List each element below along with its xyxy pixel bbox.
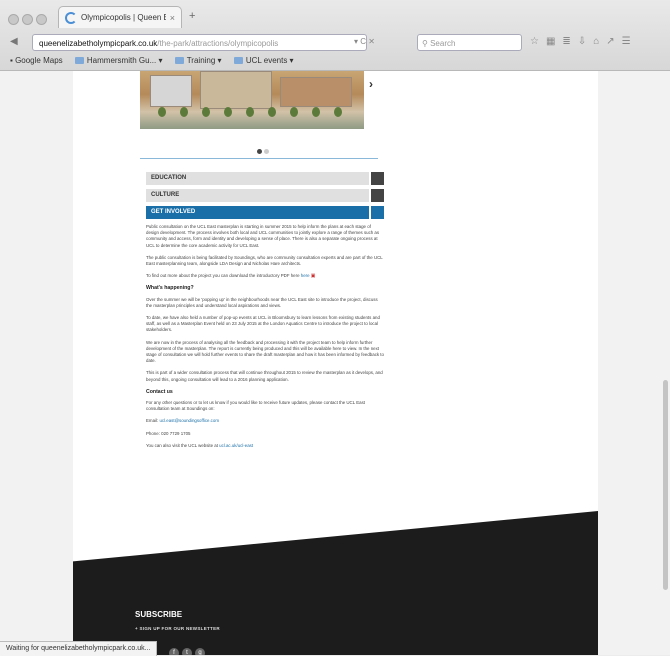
new-tab-button[interactable]: + [189, 10, 195, 22]
divider [140, 158, 378, 159]
intro-paragraph: The public consultation is being facilit… [146, 254, 383, 267]
close-window-icon[interactable] [8, 14, 19, 25]
email-link[interactable]: ucl.east@soundingsoffice.com [159, 418, 219, 423]
bookmarks-bar: ▪ Google Maps Hammersmith Gu... ▾ Traini… [10, 56, 304, 65]
browser-chrome: Olympicopolis | Queen El... × + ◀ queene… [0, 0, 670, 71]
section-heading: Contact us [146, 388, 173, 395]
expand-icon[interactable] [371, 189, 384, 202]
tree-shape [246, 107, 254, 117]
social-links: ftg [169, 641, 208, 655]
back-icon[interactable]: ◀ [10, 36, 18, 47]
pdf-download-link[interactable]: here [301, 273, 310, 278]
folder-icon [174, 57, 184, 64]
scrollbar-thumb[interactable] [663, 380, 668, 590]
tree-shape [312, 107, 320, 117]
building-shape [150, 75, 192, 107]
zoom-window-icon[interactable] [36, 14, 47, 25]
tree-shape [268, 107, 276, 117]
visit-line: You can also visit the UCL website at uc… [146, 442, 254, 448]
download-icon[interactable]: ⇩ [578, 36, 593, 47]
accordion-culture[interactable]: CULTURE [146, 189, 384, 202]
tree-shape [202, 107, 210, 117]
url-host: queenelizabetholympicpark.co.uk [39, 39, 158, 48]
search-placeholder: Search [430, 39, 456, 48]
web-viewport: › EDUCATION CULTURE GET INVOLVED Public … [0, 71, 670, 655]
reload-icon[interactable]: ▾ C ✕ [354, 37, 375, 46]
footer [73, 511, 598, 655]
ucl-website-link[interactable]: ucl.ac.uk/ucl-east [219, 443, 253, 448]
loading-spinner-icon [65, 11, 77, 24]
building-shape [200, 71, 272, 109]
bookmark-training[interactable]: Training ▾ [174, 56, 222, 65]
subscribe-title: SUBSCRIBE [135, 610, 183, 619]
bookmark-hammersmith[interactable]: Hammersmith Gu... ▾ [74, 56, 162, 65]
accordion-education[interactable]: EDUCATION [146, 172, 384, 185]
menu-icon[interactable]: ☰ [622, 36, 638, 47]
body-paragraph: This is part of a wider consultation pro… [146, 370, 383, 382]
tab-close-icon[interactable]: × [170, 13, 175, 23]
carousel-dot[interactable] [264, 149, 269, 154]
carousel-next-icon[interactable]: › [369, 77, 373, 91]
tree-shape [224, 107, 232, 117]
google-plus-icon[interactable]: g [195, 648, 205, 655]
carousel-dots [257, 141, 271, 159]
twitter-icon[interactable]: t [182, 648, 192, 655]
tree-shape [158, 107, 166, 117]
web-page: › EDUCATION CULTURE GET INVOLVED Public … [73, 71, 598, 655]
reading-list-icon[interactable]: ▦ [546, 36, 562, 47]
bookmark-star-icon[interactable]: ☆ [530, 36, 546, 47]
search-icon: ⚲ [422, 39, 431, 48]
email-line: Email: ucl.east@soundingsoffice.com [146, 418, 219, 424]
folder-icon [74, 57, 84, 64]
pdf-icon[interactable]: ▣ [311, 273, 316, 279]
search-input[interactable]: ⚲ Search [417, 34, 522, 51]
tree-shape [290, 107, 298, 117]
share-icon[interactable]: ↗ [606, 36, 621, 47]
intro-paragraph: Public consultation on the UCL East mast… [146, 224, 380, 248]
intro-paragraph: To find out more about the project you c… [146, 273, 316, 280]
tab-title: Olympicopolis | Queen El... [81, 13, 166, 22]
accordion-get-involved[interactable]: GET INVOLVED [146, 206, 384, 219]
toolbar-icons: ☆▦≣⇩⌂↗☰ [530, 36, 638, 47]
building-shape [280, 77, 352, 107]
carousel-dot[interactable] [257, 149, 262, 154]
folder-icon [233, 57, 243, 64]
url-path: /the-park/attractions/olympicopolis [157, 39, 279, 48]
facebook-icon[interactable]: f [169, 648, 179, 655]
newsletter-signup-link[interactable]: + SIGN UP FOR OUR NEWSLETTER [135, 626, 220, 631]
bookmark-google-maps[interactable]: ▪ Google Maps [10, 56, 63, 65]
body-paragraph: For any other questions or to let us kno… [146, 400, 365, 412]
status-bar: Waiting for queenelizabetholympicpark.co… [0, 641, 158, 656]
hero-carousel-image[interactable] [140, 71, 364, 129]
tree-shape [180, 107, 188, 117]
tree-shape [334, 107, 342, 117]
get-involved-content: Public consultation on the UCL East mast… [146, 224, 384, 455]
body-paragraph: To date, we have also held a number of p… [146, 315, 380, 333]
expand-icon[interactable] [371, 172, 384, 185]
section-heading: What's happening? [146, 285, 194, 292]
home-icon[interactable]: ⌂ [593, 36, 606, 47]
bookmark-ucl-events[interactable]: UCL events ▾ [233, 56, 294, 65]
url-field[interactable]: queenelizabetholympicpark.co.uk/the-park… [32, 34, 367, 51]
address-bar-group: ◀ queenelizabetholympicpark.co.uk/the-pa… [8, 34, 438, 52]
browser-tab[interactable]: Olympicopolis | Queen El... × [58, 6, 182, 28]
body-paragraph: We are now in the process of analysing a… [146, 339, 384, 364]
bookmarks-menu-icon[interactable]: ≣ [562, 36, 577, 47]
minimize-window-icon[interactable] [22, 14, 33, 25]
body-paragraph: Over the summer we will be 'popping up' … [146, 296, 378, 308]
phone-line: Phone: 020 7729 1705 [146, 430, 191, 436]
collapse-icon[interactable] [371, 206, 384, 219]
